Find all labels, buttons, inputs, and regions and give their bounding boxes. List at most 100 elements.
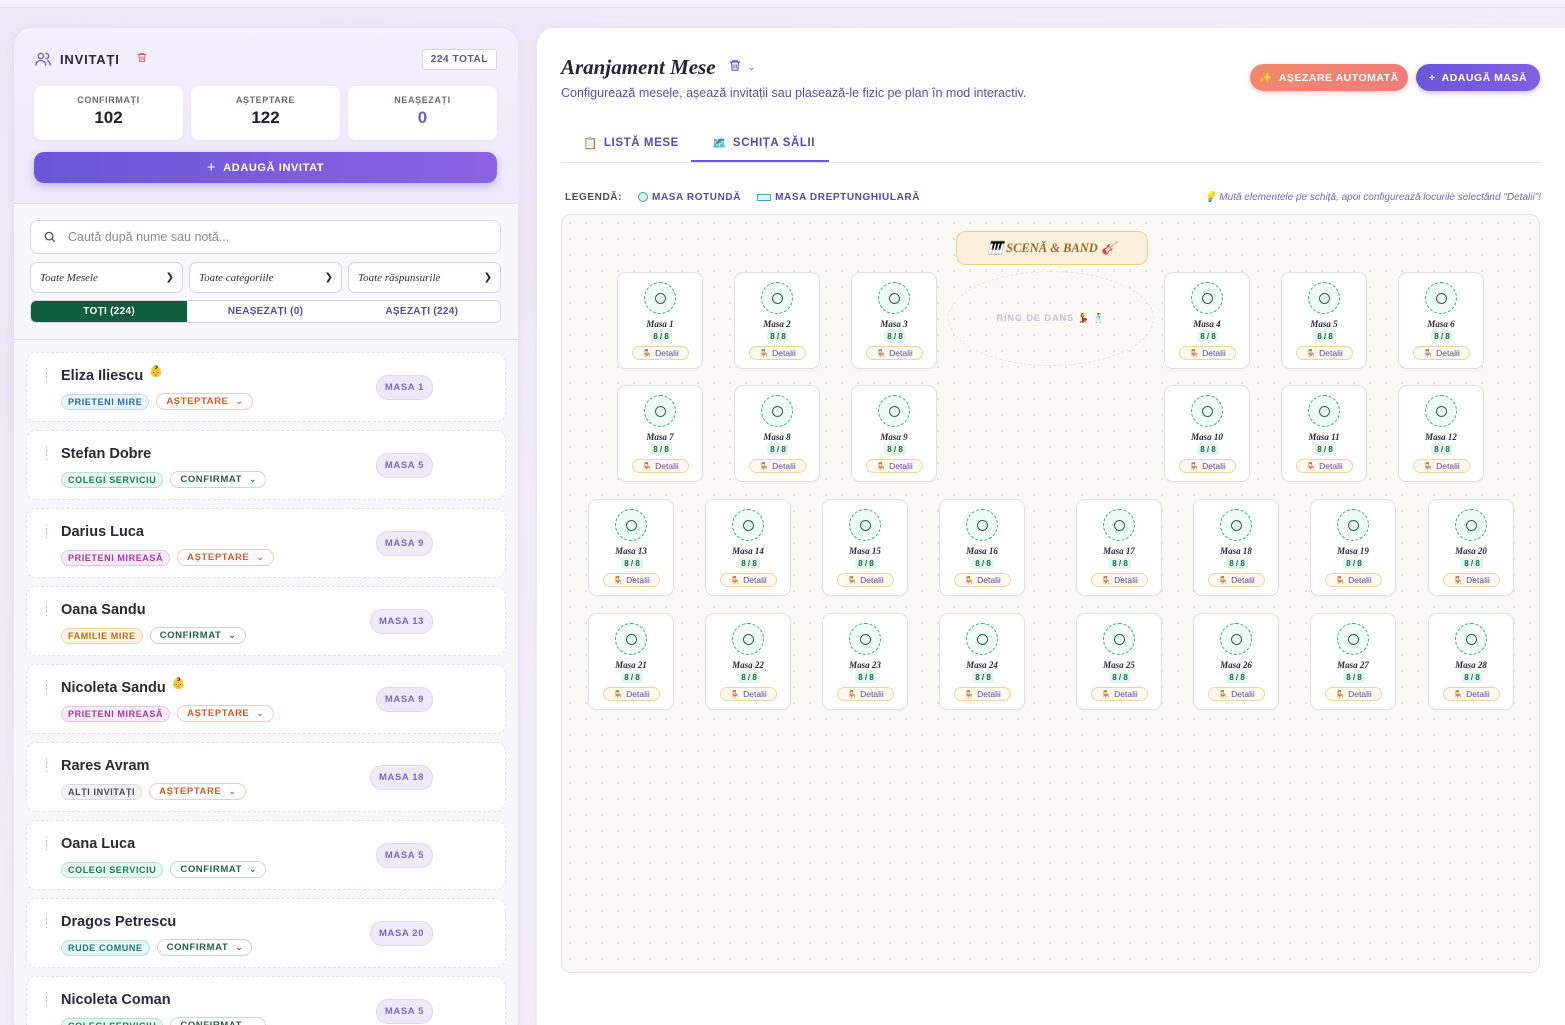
table-details-button[interactable]: 🪑 Detalii: [603, 573, 660, 587]
category-filter-select[interactable]: Toate categoriile ❯: [189, 262, 342, 293]
table-card[interactable]: Masa 10 8 / 8 🪑 Detalii: [1164, 385, 1250, 482]
hall-sketch-canvas[interactable]: 🎹 SCENĂ & BAND 🎸 RING DE DANS 💃 🕺 Masa 1…: [561, 214, 1540, 973]
guest-row[interactable]: ⋮ ⋮ Nicoleta Sandu 👶 PRIETENI MIREASĂ AȘTEPTA…: [26, 664, 506, 734]
table-card[interactable]: Masa 4 8 / 8 🪑 Detalii: [1164, 272, 1250, 369]
table-details-button[interactable]: 🪑 Detalii: [954, 687, 1011, 701]
guest-row[interactable]: ⋮ ⋮ Rares Avram ALȚI INVITAȚI AȘTEPTARE ⌄ MASA…: [26, 742, 506, 812]
table-details-button[interactable]: 🪑 Detalii: [720, 573, 777, 587]
assigned-table-badge[interactable]: MASA 13: [369, 609, 433, 634]
assigned-table-badge[interactable]: MASA 20: [369, 921, 433, 946]
table-card[interactable]: Masa 7 8 / 8 🪑 Detalii: [617, 385, 703, 482]
rsvp-status-select[interactable]: CONFIRMAT⌄: [170, 1017, 267, 1025]
rsvp-status-select[interactable]: CONFIRMAT⌄: [170, 861, 267, 878]
guest-row[interactable]: ⋮ ⋮ Dragos Petrescu RUDE COMUNE CONFIRMAT ⌄ MA…: [26, 898, 506, 968]
table-card[interactable]: Masa 16 8 / 8 🪑 Detalii: [939, 499, 1025, 596]
table-details-button[interactable]: 🪑 Detalii: [1208, 687, 1265, 701]
rsvp-status-select[interactable]: AȘTEPTARE ⌄: [177, 705, 274, 722]
table-card[interactable]: Masa 20 8 / 8 🪑 Detalii: [1428, 499, 1514, 596]
dance-floor[interactable]: RING DE DANS 💃 🕺: [948, 271, 1154, 366]
table-details-button[interactable]: 🪑 Detalii: [632, 459, 689, 473]
table-card[interactable]: Masa 6 8 / 8 🪑 Detalii: [1398, 272, 1484, 369]
assigned-table-badge[interactable]: MASA 5: [375, 843, 433, 868]
table-details-button[interactable]: 🪑 Detalii: [1325, 573, 1382, 587]
table-card[interactable]: Masa 24 8 / 8 🪑 Detalii: [939, 613, 1025, 710]
table-card[interactable]: Masa 5 8 / 8 🪑 Detalii: [1281, 272, 1367, 369]
rsvp-status-select[interactable]: CONFIRMAT⌄: [149, 627, 246, 644]
drag-handle-icon[interactable]: ⋮ ⋮: [41, 758, 52, 774]
table-card[interactable]: Masa 22 8 / 8 🪑 Detalii: [705, 613, 791, 710]
drag-handle-icon[interactable]: ⋮ ⋮: [41, 524, 52, 540]
drag-handle-icon[interactable]: ⋮ ⋮: [41, 368, 52, 384]
table-details-button[interactable]: 🪑 Detalii: [866, 459, 923, 473]
table-details-button[interactable]: 🪑 Detalii: [837, 687, 894, 701]
table-details-button[interactable]: 🪑 Detalii: [1296, 459, 1353, 473]
guest-row[interactable]: ⋮⋮ Nicoleta Coman COLEGI SERVICIU CONFIRMAT…: [26, 976, 506, 1025]
table-details-button[interactable]: 🪑 Detalii: [1179, 459, 1236, 473]
table-details-button[interactable]: 🪑 Detalii: [1325, 687, 1382, 701]
table-details-button[interactable]: 🪑 Detalii: [1443, 573, 1500, 587]
guest-row[interactable]: ⋮ ⋮ Darius Luca PRIETENI MIREASĂ AȘTEPTARE ⌄ M…: [26, 508, 506, 578]
table-details-button[interactable]: 🪑 Detalii: [837, 573, 894, 587]
guest-row[interactable]: ⋮ ⋮ Eliza Iliescu 👶 PRIETENI MIRE AȘTEPTARE ⌄ M…: [26, 352, 506, 422]
guest-row[interactable]: ⋮ ⋮ Stefan Dobre COLEGI SERVICIU CONFIRMAT ⌄ M…: [26, 430, 506, 500]
table-details-button[interactable]: 🪑 Detalii: [1091, 687, 1148, 701]
rsvp-status-select[interactable]: CONFIRMAT⌄: [156, 939, 253, 956]
table-details-button[interactable]: 🪑 Detalii: [1208, 573, 1265, 587]
table-details-button[interactable]: 🪑 Detalii: [749, 346, 806, 360]
table-details-button[interactable]: 🪑 Detalii: [1296, 346, 1353, 360]
table-card[interactable]: Masa 18 8 / 8 🪑 Detalii: [1193, 499, 1279, 596]
drag-handle-icon[interactable]: ⋮ ⋮: [41, 992, 52, 1008]
assigned-table-badge[interactable]: MASA 5: [375, 999, 433, 1024]
delete-all-guests-icon[interactable]: [136, 51, 148, 67]
tab-table-list[interactable]: 📋 LISTĂ MESE: [583, 136, 679, 150]
tab-unseated[interactable]: NEAȘEZAȚI (0): [187, 301, 343, 322]
add-guest-button[interactable]: + ADAUGĂ INVITAT: [34, 152, 497, 183]
guest-row[interactable]: ⋮ ⋮ Oana Luca COLEGI SERVICIU CONFIRMAT ⌄ MASA…: [26, 820, 506, 890]
table-card[interactable]: Masa 23 8 / 8 🪑 Detalii: [822, 613, 908, 710]
assigned-table-badge[interactable]: MASA 1: [375, 375, 433, 400]
table-card[interactable]: Masa 26 8 / 8 🪑 Detalii: [1193, 613, 1279, 710]
table-card[interactable]: Masa 21 8 / 8 🪑 Detalii: [588, 613, 674, 710]
table-card[interactable]: Masa 15 8 / 8 🪑 Detalii: [822, 499, 908, 596]
add-table-button[interactable]: + ADAUGĂ MASĂ: [1416, 64, 1540, 91]
rsvp-status-select[interactable]: AȘTEPTARE ⌄: [156, 393, 253, 410]
stage-element[interactable]: 🎹 SCENĂ & BAND 🎸: [956, 231, 1148, 265]
table-details-button[interactable]: 🪑 Detalii: [749, 459, 806, 473]
drag-handle-icon[interactable]: ⋮ ⋮: [41, 836, 52, 852]
table-details-button[interactable]: 🪑 Detalii: [1091, 573, 1148, 587]
table-card[interactable]: Masa 25 8 / 8 🪑 Detalii: [1076, 613, 1162, 710]
table-card[interactable]: Masa 9 8 / 8 🪑 Detalii: [851, 385, 937, 482]
chevron-down-icon[interactable]: ⌄: [748, 62, 756, 73]
table-card[interactable]: Masa 14 8 / 8 🪑 Detalii: [705, 499, 791, 596]
table-card[interactable]: Masa 3 8 / 8 🪑 Detalii: [851, 272, 937, 369]
auto-seat-button[interactable]: ✨ AȘEZARE AUTOMATĂ: [1250, 64, 1408, 91]
table-card[interactable]: Masa 13 8 / 8 🪑 Detalii: [588, 499, 674, 596]
drag-handle-icon[interactable]: ⋮ ⋮: [41, 680, 52, 696]
table-details-button[interactable]: 🪑 Detalii: [1413, 459, 1470, 473]
table-details-button[interactable]: 🪑 Detalii: [603, 687, 660, 701]
table-card[interactable]: Masa 12 8 / 8 🪑 Detalii: [1398, 385, 1484, 482]
drag-handle-icon[interactable]: ⋮ ⋮: [41, 446, 52, 462]
table-card[interactable]: Masa 8 8 / 8 🪑 Detalii: [734, 385, 820, 482]
drag-handle-icon[interactable]: ⋮ ⋮: [41, 914, 52, 930]
assigned-table-badge[interactable]: MASA 9: [375, 687, 433, 712]
table-card[interactable]: Masa 19 8 / 8 🪑 Detalii: [1310, 499, 1396, 596]
rsvp-status-select[interactable]: AȘTEPTARE ⌄: [149, 783, 246, 800]
drag-handle-icon[interactable]: ⋮ ⋮: [41, 602, 52, 618]
rsvp-status-select[interactable]: AȘTEPTARE ⌄: [177, 549, 274, 566]
rsvp-status-select[interactable]: CONFIRMAT⌄: [170, 471, 267, 488]
trash-icon[interactable]: [728, 58, 742, 77]
tab-hall-sketch[interactable]: 🗺️ SCHIȚA SĂLII: [712, 136, 815, 150]
table-card[interactable]: Masa 28 8 / 8 🪑 Detalii: [1428, 613, 1514, 710]
table-details-button[interactable]: 🪑 Detalii: [954, 573, 1011, 587]
assigned-table-badge[interactable]: MASA 5: [375, 453, 433, 478]
table-details-button[interactable]: 🪑 Detalii: [632, 346, 689, 360]
tab-seated[interactable]: AȘEZAȚI (224): [344, 301, 500, 322]
table-card[interactable]: Masa 2 8 / 8 🪑 Detalii: [734, 272, 820, 369]
table-card[interactable]: Masa 1 8 / 8 🪑 Detalii: [617, 272, 703, 369]
table-filter-select[interactable]: Toate Mesele ❯: [30, 262, 183, 293]
response-filter-select[interactable]: Toate răspunsurile ❯: [348, 262, 501, 293]
guest-row[interactable]: ⋮ ⋮ Oana Sandu FAMILIE MIRE CONFIRMAT ⌄ MASA 1…: [26, 586, 506, 656]
table-details-button[interactable]: 🪑 Detalii: [866, 346, 923, 360]
assigned-table-badge[interactable]: MASA 9: [375, 531, 433, 556]
